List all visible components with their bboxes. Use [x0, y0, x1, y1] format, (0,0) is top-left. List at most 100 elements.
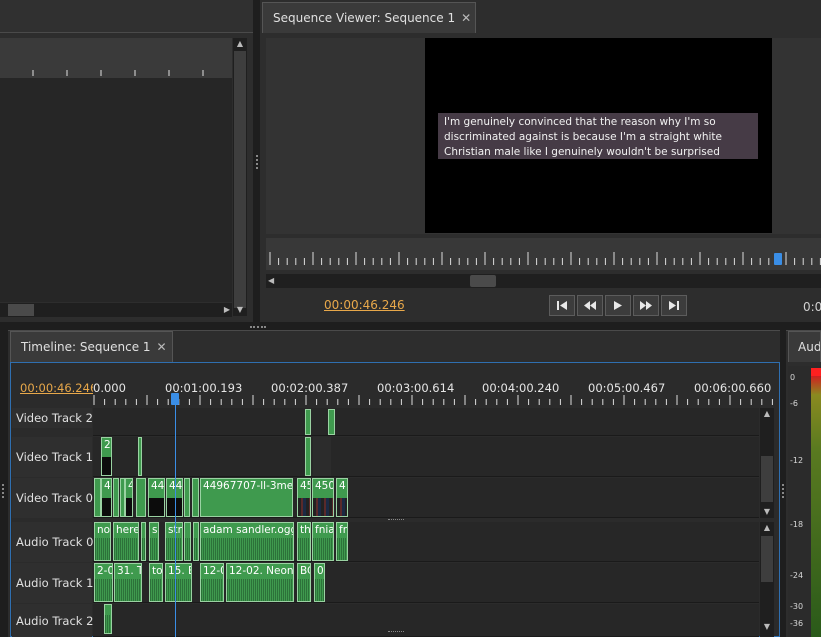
viewer-horizontal-scrollbar[interactable]: ◀ [266, 274, 821, 288]
audio-clip[interactable]: 15. B [165, 563, 192, 602]
audio-clip[interactable]: 0 [314, 563, 325, 602]
fast-forward-button[interactable] [633, 295, 659, 316]
audio-clip[interactable]: no [94, 522, 111, 561]
skip-to-end-button[interactable] [661, 295, 687, 316]
ruler-label: 00:05:00.467 [588, 381, 666, 395]
viewer-playhead[interactable] [774, 253, 782, 265]
track-lane-audio-2[interactable] [93, 604, 759, 637]
source-viewer-horizontal-scrollbar[interactable]: ▶ [0, 303, 232, 317]
scrollbar-thumb[interactable] [761, 456, 773, 502]
audio-clip[interactable]: to [149, 563, 163, 602]
panel-splitter-grip[interactable] [782, 484, 784, 498]
clip-label: 12-02. Neon [229, 565, 294, 577]
video-clip[interactable] [184, 478, 190, 517]
video-clip[interactable]: 44 [148, 478, 165, 517]
clip-label: here [116, 524, 139, 536]
scrollbar-thumb[interactable] [234, 51, 246, 308]
scroll-right-arrow-icon[interactable]: ▶ [224, 304, 230, 316]
panel-splitter-grip[interactable] [256, 155, 258, 169]
scrollbar-thumb[interactable] [8, 304, 34, 316]
track-lane-video-1[interactable] [93, 437, 759, 477]
video-clip[interactable] [136, 478, 146, 517]
track-header-video-2[interactable]: Video Track 2◀ [12, 408, 102, 428]
timeline-bottom-splitter[interactable] [388, 631, 404, 633]
track-lane-audio-1[interactable] [93, 563, 759, 603]
clip-label: BC [300, 565, 310, 577]
clip-label: 0 [317, 565, 324, 577]
skip-to-start-icon [557, 301, 567, 310]
audio-clip[interactable]: 12-0 [200, 563, 224, 602]
scroll-down-arrow-icon[interactable]: ▼ [760, 621, 774, 633]
video-clip[interactable]: 450 [312, 478, 334, 517]
rewind-button[interactable] [577, 295, 603, 316]
db-label: -24 [790, 571, 804, 580]
video-clip[interactable] [305, 409, 311, 435]
audio-tracks-scrollbar[interactable]: ▲ ▼ [760, 522, 774, 637]
audio-clip[interactable]: adam sandler.ogg [200, 522, 294, 561]
scroll-down-arrow-icon[interactable]: ▼ [233, 304, 247, 316]
panel-splitter-grip[interactable] [2, 484, 4, 498]
track-header-video-1[interactable]: Video Track 1◀ [12, 437, 102, 477]
track-name: Video Track 2 [16, 411, 93, 425]
video-audio-splitter[interactable] [388, 519, 404, 521]
audio-clip[interactable] [104, 604, 112, 634]
scroll-up-arrow-icon[interactable]: ▲ [233, 38, 247, 50]
track-lane-video-2[interactable] [93, 408, 759, 436]
skip-to-start-button[interactable] [549, 295, 575, 316]
tab-audio-monitor[interactable]: Audio [788, 331, 821, 362]
video-clip[interactable]: 4 [336, 478, 348, 517]
play-button[interactable] [605, 295, 631, 316]
audio-clip[interactable]: fnia [312, 522, 334, 561]
scrollbar-thumb[interactable] [470, 275, 496, 287]
audio-clip[interactable]: th [297, 522, 311, 561]
video-clip[interactable]: 4 [101, 478, 112, 517]
video-clip[interactable] [328, 409, 335, 435]
panel-splitter-grip[interactable] [250, 326, 266, 328]
db-label: -12 [790, 456, 804, 465]
timeline-current-time[interactable]: 00:00:46.246 [20, 381, 97, 395]
timeline-playhead-line[interactable] [175, 400, 176, 637]
pin-icon[interactable]: ✕ [157, 332, 167, 362]
track-header-audio-0[interactable]: Audio Track 0◀ [12, 522, 102, 562]
clip-label: 12-0 [203, 565, 223, 577]
track-header-audio-1[interactable]: Audio Track 1◀ [12, 563, 102, 603]
audio-clip[interactable]: here [113, 522, 139, 561]
audio-clip[interactable]: fr [336, 522, 348, 561]
audio-clip[interactable]: 2-0 [94, 563, 113, 602]
tab-sequence-viewer[interactable]: Sequence Viewer: Sequence 1 ✕ [262, 2, 476, 33]
video-clip[interactable]: 44967707-ll-3mew [200, 478, 293, 517]
video-clip[interactable]: 4 [125, 478, 133, 517]
video-clip[interactable]: 45 [297, 478, 311, 517]
video-clip[interactable] [113, 478, 119, 517]
audio-clip[interactable] [193, 522, 199, 561]
pin-icon[interactable]: ✕ [461, 3, 471, 33]
scroll-down-arrow-icon[interactable]: ▼ [760, 506, 774, 518]
video-tracks-scrollbar[interactable]: ▲ ▼ [760, 408, 774, 518]
video-clip[interactable]: 2 [101, 437, 112, 476]
source-viewer-vertical-scrollbar[interactable]: ▲ ▼ [233, 38, 247, 316]
audio-clip[interactable]: 12-02. Neon [226, 563, 294, 602]
clip-label: 2-0 [97, 565, 113, 577]
video-clip[interactable] [192, 478, 199, 517]
track-header-audio-2[interactable]: Audio Track 2◀ [12, 604, 102, 637]
scrollbar-thumb[interactable] [761, 536, 773, 582]
scroll-up-arrow-icon[interactable]: ▲ [760, 522, 774, 534]
source-viewer-ruler[interactable] [0, 38, 232, 78]
skip-to-end-icon [669, 301, 679, 310]
video-clip[interactable] [305, 437, 311, 476]
audio-clip[interactable]: BC [297, 563, 311, 602]
audio-clip[interactable] [184, 522, 191, 561]
scroll-left-arrow-icon[interactable]: ◀ [268, 275, 274, 287]
viewer-time-ruler[interactable] [266, 238, 821, 270]
tab-title: Sequence Viewer: Sequence 1 [273, 11, 456, 25]
audio-clip[interactable] [141, 522, 146, 561]
track-header-video-0[interactable]: Video Track 0◀ [12, 478, 102, 518]
video-clip[interactable] [138, 437, 142, 476]
audio-clip[interactable]: str [165, 522, 183, 561]
tab-timeline[interactable]: Timeline: Sequence 1 ✕ [10, 331, 173, 362]
audio-clip[interactable]: s [149, 522, 159, 561]
audio-clip[interactable]: 31. T [114, 563, 142, 602]
scroll-up-arrow-icon[interactable]: ▲ [760, 408, 774, 420]
viewer-current-time[interactable]: 00:00:46.246 [324, 298, 405, 312]
video-clip[interactable] [94, 478, 101, 517]
